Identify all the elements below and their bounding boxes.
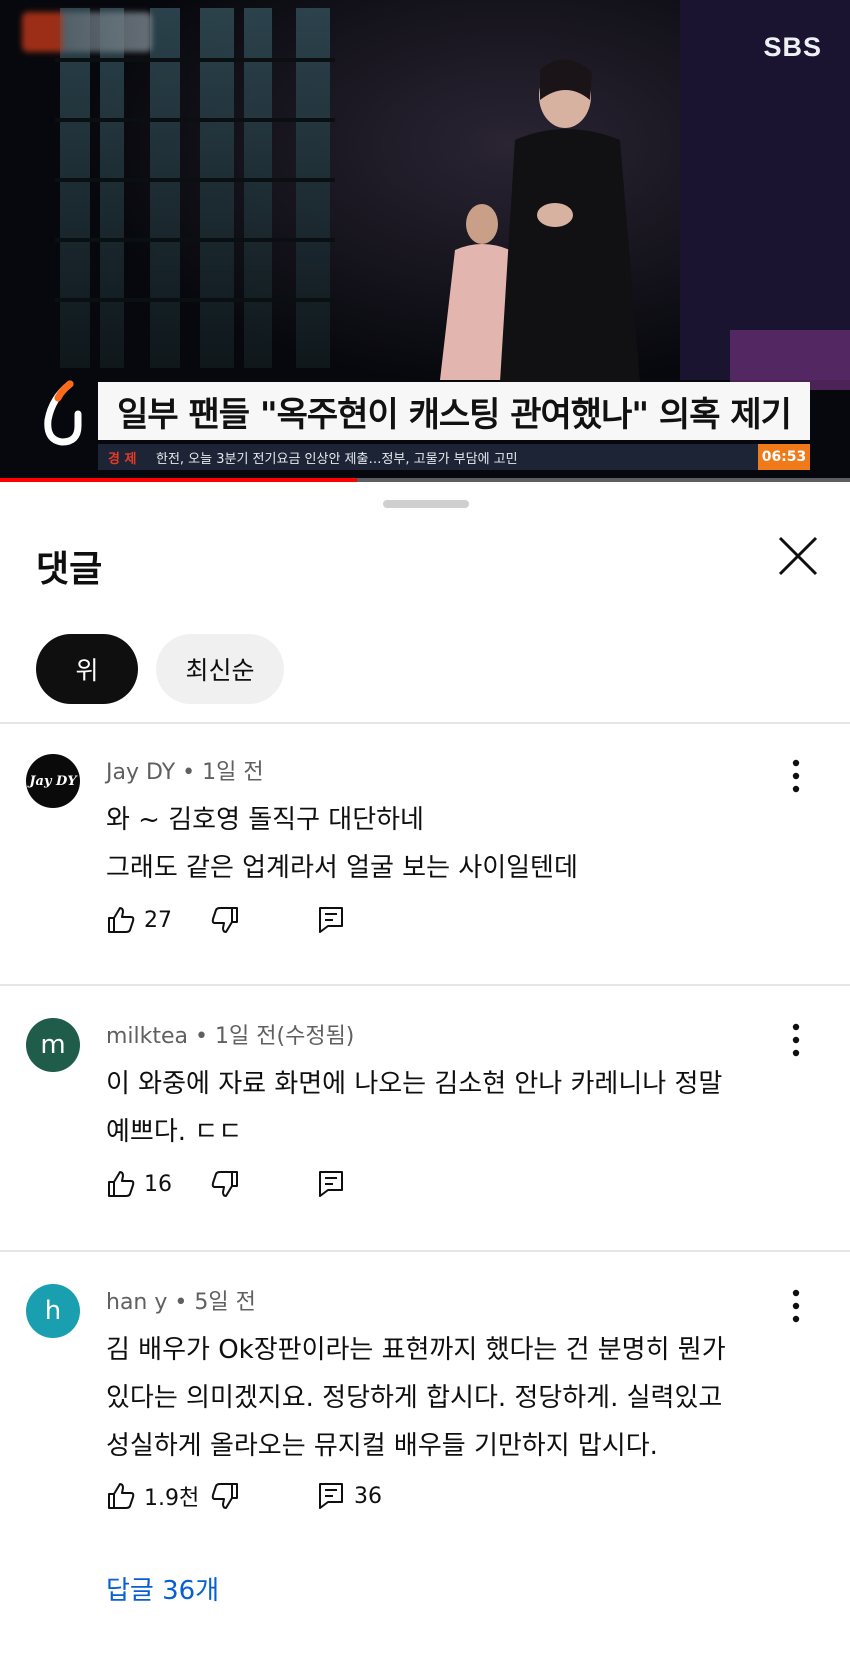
- comment-meta: milktea • 1일 전(수정됨): [106, 1018, 354, 1050]
- more-options-button[interactable]: [780, 1022, 812, 1058]
- thumb-down-icon: [211, 1483, 238, 1509]
- comments-sheet: 댓글 위 최신순 Jay DY Jay DY • 1일 전 와 ~ 김호영 돌직…: [0, 482, 850, 1654]
- channel-logo: SBS: [763, 32, 822, 62]
- more-vert-icon: [792, 1289, 800, 1323]
- comment-line: 와 ~ 김호영 돌직구 대단하네: [106, 805, 424, 835]
- comment-line: 예쁘다. ㄷㄷ: [106, 1117, 243, 1147]
- view-replies-link[interactable]: 답글 36개: [106, 1570, 219, 1607]
- comment-actions: 1.9천 36: [106, 1476, 382, 1516]
- comments-title: 댓글: [36, 549, 103, 590]
- avatar[interactable]: h: [26, 1284, 80, 1338]
- reply-button[interactable]: [318, 1164, 344, 1204]
- comment-author[interactable]: han y: [106, 1290, 167, 1315]
- like-button[interactable]: 1.9천: [106, 1476, 210, 1516]
- comment-time: 1일 전: [202, 760, 264, 785]
- reply-count: 36: [354, 1483, 382, 1509]
- like-button[interactable]: 16: [106, 1164, 210, 1204]
- divider: [0, 984, 850, 986]
- more-vert-icon: [792, 1023, 800, 1057]
- comment-actions: 27: [106, 900, 344, 940]
- more-vert-icon: [792, 759, 800, 793]
- ticker-text: 한전, 오늘 3분기 전기요금 인상안 제출…정부, 고물가 부담에 고민: [156, 451, 518, 467]
- comment-actions: 16: [106, 1164, 344, 1204]
- comment-icon: [319, 1171, 343, 1197]
- chip-top-comments[interactable]: 위: [36, 634, 138, 704]
- comment-line: 있다는 의미겠지요. 정당하게 합시다. 정당하게. 실력있고: [106, 1383, 723, 1413]
- thumb-up-icon: [108, 1483, 135, 1509]
- video-player[interactable]: SBS 일부 팬들 "옥주현이 캐스팅 관여했나" 의혹 제기 경 제 한전, …: [0, 0, 850, 482]
- reply-button[interactable]: [318, 900, 344, 940]
- comment-item: m milktea • 1일 전(수정됨) 이 와중에 자료 화면에 나오는 김…: [0, 1018, 850, 1218]
- thumb-down-icon: [211, 907, 238, 933]
- thumb-up-icon: [108, 1171, 135, 1197]
- like-button[interactable]: 27: [106, 900, 210, 940]
- comment-text: 와 ~ 김호영 돌직구 대단하네 그래도 같은 업계라서 얼굴 보는 사이일텐데: [106, 796, 578, 892]
- news-headline: 일부 팬들 "옥주현이 캐스팅 관여했나" 의혹 제기: [117, 394, 792, 435]
- more-options-button[interactable]: [780, 1288, 812, 1324]
- close-icon: [778, 536, 818, 576]
- thumb-up-icon: [108, 907, 135, 933]
- comment-author[interactable]: Jay DY: [106, 760, 175, 785]
- news-headline-banner: 일부 팬들 "옥주현이 캐스팅 관여했나" 의혹 제기: [98, 382, 810, 440]
- comment-icon: [319, 907, 343, 933]
- reply-button[interactable]: 36: [318, 1476, 382, 1516]
- comment-meta: han y • 5일 전: [106, 1284, 256, 1316]
- news-ticker: 경 제 한전, 오늘 3분기 전기요금 인상안 제출…정부, 고물가 부담에 고…: [98, 444, 810, 470]
- like-count: 1.9천: [144, 1486, 200, 1511]
- comment-meta: Jay DY • 1일 전: [106, 754, 264, 786]
- comment-text: 이 와중에 자료 화면에 나오는 김소현 안나 카레니나 정말 예쁘다. ㄷㄷ: [106, 1060, 722, 1156]
- meta-separator: •: [182, 760, 203, 785]
- comment-item: h han y • 5일 전 김 배우가 Ok장판이라는 표현까지 했다는 건 …: [0, 1284, 850, 1644]
- comment-line: 김 배우가 Ok장판이라는 표현까지 했다는 건 분명히 뭔가: [106, 1335, 726, 1365]
- sort-chips: 위 최신순: [36, 634, 284, 704]
- dislike-button[interactable]: [210, 1476, 240, 1516]
- meta-separator: •: [195, 1024, 216, 1049]
- divider: [0, 1250, 850, 1252]
- chip-newest[interactable]: 최신순: [156, 634, 284, 704]
- like-count: 16: [144, 1171, 172, 1197]
- comment-text: 김 배우가 Ok장판이라는 표현까지 했다는 건 분명히 뭔가 있다는 의미겠지…: [106, 1326, 726, 1470]
- comment-line: 그래도 같은 업계라서 얼굴 보는 사이일텐데: [106, 853, 578, 883]
- dislike-button[interactable]: [210, 1164, 240, 1204]
- sheet-drag-handle[interactable]: [383, 500, 469, 508]
- comment-item: Jay DY Jay DY • 1일 전 와 ~ 김호영 돌직구 대단하네 그래…: [0, 754, 850, 954]
- ticker-category: 경 제: [108, 451, 137, 467]
- broadcaster-logo-blurred: [22, 12, 152, 52]
- comment-author[interactable]: milktea: [106, 1024, 188, 1049]
- comment-line: 성실하게 올라오는 뮤지컬 배우들 기만하지 맙시다.: [106, 1431, 658, 1461]
- comment-time: 5일 전: [194, 1290, 256, 1315]
- avatar[interactable]: m: [26, 1018, 80, 1072]
- more-options-button[interactable]: [780, 758, 812, 794]
- comment-time: 1일 전(수정됨): [215, 1024, 355, 1049]
- comment-icon: [319, 1483, 343, 1509]
- thumb-down-icon: [211, 1171, 238, 1197]
- news-hook-icon: [44, 380, 82, 446]
- like-count: 27: [144, 907, 172, 933]
- comment-line: 이 와중에 자료 화면에 나오는 김소현 안나 카레니나 정말: [106, 1069, 723, 1099]
- avatar[interactable]: Jay DY: [26, 754, 80, 808]
- dislike-button[interactable]: [210, 900, 240, 940]
- close-button[interactable]: [776, 534, 820, 578]
- divider: [0, 722, 850, 724]
- meta-separator: •: [174, 1290, 195, 1315]
- ticker-time: 06:53: [758, 444, 810, 470]
